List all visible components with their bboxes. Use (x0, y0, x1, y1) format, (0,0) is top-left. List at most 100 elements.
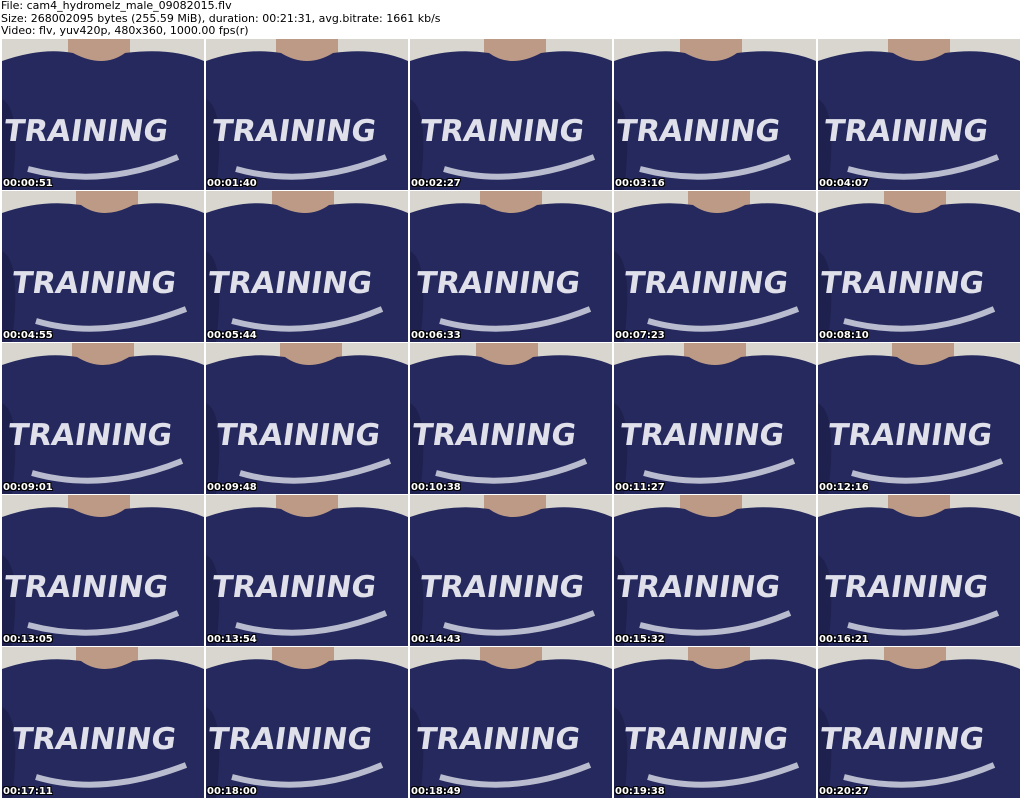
shirt-print-text: TRAINING (10, 266, 179, 301)
thumbnail-frame: TRAINING (2, 343, 204, 494)
shirt-print-text: TRAINING (622, 722, 791, 757)
thumbnail-frame: TRAINING (818, 343, 1020, 494)
thumbnail-timestamp: 00:13:05 (3, 634, 53, 645)
thumbnail-frame: TRAINING (410, 343, 612, 494)
video-thumbnail: TRAINING 00:00:51 (2, 39, 204, 190)
thumbnail-timestamp: 00:08:10 (819, 330, 869, 341)
video-thumbnail: TRAINING 00:14:43 (410, 495, 612, 646)
shirt-print-text: TRAINING (2, 570, 170, 605)
video-thumbnail: TRAINING 00:02:27 (410, 39, 612, 190)
video-info-line: Video: flv, yuv420p, 480x360, 1000.00 fp… (1, 24, 249, 37)
video-thumbnail: TRAINING 00:08:10 (818, 191, 1020, 342)
thumbnail-frame: TRAINING (410, 191, 612, 342)
video-thumbnail: TRAINING 00:20:27 (818, 647, 1020, 798)
video-thumbnail: TRAINING 00:10:38 (410, 343, 612, 494)
thumbnail-timestamp: 00:09:01 (3, 482, 53, 493)
shirt-print-text: TRAINING (414, 722, 583, 757)
thumbnail-timestamp: 00:13:54 (207, 634, 257, 645)
shirt-print-text: TRAINING (614, 114, 782, 149)
video-thumbnail: TRAINING 00:18:00 (206, 647, 408, 798)
thumbnail-frame: TRAINING (614, 647, 816, 798)
video-thumbnail: TRAINING 00:12:16 (818, 343, 1020, 494)
shirt-print-text: TRAINING (614, 570, 782, 605)
thumbnail-frame: TRAINING (206, 343, 408, 494)
shirt-print-text: TRAINING (414, 266, 583, 301)
shirt-print-text: TRAINING (10, 722, 179, 757)
video-thumbnail: TRAINING 00:16:21 (818, 495, 1020, 646)
thumbnail-frame: TRAINING (818, 495, 1020, 646)
video-thumbnail: TRAINING 00:09:01 (2, 343, 204, 494)
thumbnail-timestamp: 00:02:27 (411, 178, 461, 189)
thumbnail-frame: TRAINING (2, 191, 204, 342)
thumbnail-timestamp: 00:03:16 (615, 178, 665, 189)
file-name-line: File: cam4_hydromelz_male_09082015.flv (1, 0, 232, 12)
shirt-print-text: TRAINING (818, 266, 986, 301)
shirt-print-text: TRAINING (618, 418, 787, 453)
video-thumbnail: TRAINING 00:17:11 (2, 647, 204, 798)
shirt-print-text: TRAINING (826, 418, 995, 453)
thumbnail-timestamp: 00:10:38 (411, 482, 461, 493)
thumbnail-timestamp: 00:06:33 (411, 330, 461, 341)
file-info-header: File: cam4_hydromelz_male_09082015.flv S… (0, 0, 1024, 38)
thumbnail-frame: TRAINING (614, 495, 816, 646)
shirt-print-text: TRAINING (410, 418, 578, 453)
video-thumbnail: TRAINING 00:15:32 (614, 495, 816, 646)
thumbnail-frame: TRAINING (818, 39, 1020, 190)
video-thumbnail: TRAINING 00:19:38 (614, 647, 816, 798)
shirt-print-text: TRAINING (822, 114, 991, 149)
shirt-print-text: TRAINING (622, 266, 791, 301)
video-thumbnail: TRAINING 00:09:48 (206, 343, 408, 494)
shirt-print-text: TRAINING (206, 266, 374, 301)
video-thumbnail: TRAINING 00:06:33 (410, 191, 612, 342)
video-thumbnail: TRAINING 00:18:49 (410, 647, 612, 798)
thumbnail-timestamp: 00:04:07 (819, 178, 869, 189)
shirt-print-text: TRAINING (6, 418, 175, 453)
thumbnail-timestamp: 00:09:48 (207, 482, 257, 493)
thumbnail-frame: TRAINING (2, 495, 204, 646)
thumbnail-timestamp: 00:12:16 (819, 482, 869, 493)
video-thumbnail: TRAINING 00:03:16 (614, 39, 816, 190)
thumbnail-timestamp: 00:11:27 (615, 482, 665, 493)
thumbnail-timestamp: 00:00:51 (3, 178, 53, 189)
thumbnail-frame: TRAINING (410, 647, 612, 798)
thumbnail-frame: TRAINING (2, 647, 204, 798)
video-thumbnail: TRAINING 00:13:54 (206, 495, 408, 646)
thumbnail-timestamp: 00:18:49 (411, 786, 461, 797)
thumbnail-timestamp: 00:14:43 (411, 634, 461, 645)
thumbnail-frame: TRAINING (2, 39, 204, 190)
thumbnail-timestamp: 00:17:11 (3, 786, 53, 797)
video-thumbnail: TRAINING 00:07:23 (614, 191, 816, 342)
shirt-print-text: TRAINING (210, 570, 379, 605)
thumbnail-frame: TRAINING (818, 647, 1020, 798)
video-thumbnail: TRAINING 00:13:05 (2, 495, 204, 646)
shirt-print-text: TRAINING (214, 418, 383, 453)
video-thumbnail: TRAINING 00:05:44 (206, 191, 408, 342)
thumbnail-timestamp: 00:01:40 (207, 178, 257, 189)
video-thumbnail: TRAINING 00:04:07 (818, 39, 1020, 190)
shirt-print-text: TRAINING (2, 114, 170, 149)
thumbnail-frame: TRAINING (206, 495, 408, 646)
thumbnail-frame: TRAINING (818, 191, 1020, 342)
thumbnail-frame: TRAINING (410, 495, 612, 646)
shirt-print-text: TRAINING (210, 114, 379, 149)
thumbnail-frame: TRAINING (206, 191, 408, 342)
thumbnail-timestamp: 00:15:32 (615, 634, 665, 645)
thumbnail-timestamp: 00:20:27 (819, 786, 869, 797)
shirt-print-text: TRAINING (818, 722, 986, 757)
thumbnail-timestamp: 00:05:44 (207, 330, 257, 341)
thumbnail-frame: TRAINING (206, 39, 408, 190)
shirt-print-text: TRAINING (418, 114, 587, 149)
thumbnail-timestamp: 00:16:21 (819, 634, 869, 645)
shirt-print-text: TRAINING (418, 570, 587, 605)
shirt-print-text: TRAINING (822, 570, 991, 605)
thumbnail-frame: TRAINING (614, 191, 816, 342)
thumbnail-timestamp: 00:18:00 (207, 786, 257, 797)
video-thumbnail: TRAINING 00:04:55 (2, 191, 204, 342)
thumbnail-grid: TRAINING 00:00:51 TRAINING 00:01:40 TRAINING… (2, 39, 1020, 798)
thumbnail-frame: TRAINING (614, 39, 816, 190)
shirt-print-text: TRAINING (206, 722, 374, 757)
thumbnail-frame: TRAINING (206, 647, 408, 798)
thumbnail-frame: TRAINING (410, 39, 612, 190)
thumbnail-timestamp: 00:19:38 (615, 786, 665, 797)
video-thumbnail: TRAINING 00:11:27 (614, 343, 816, 494)
